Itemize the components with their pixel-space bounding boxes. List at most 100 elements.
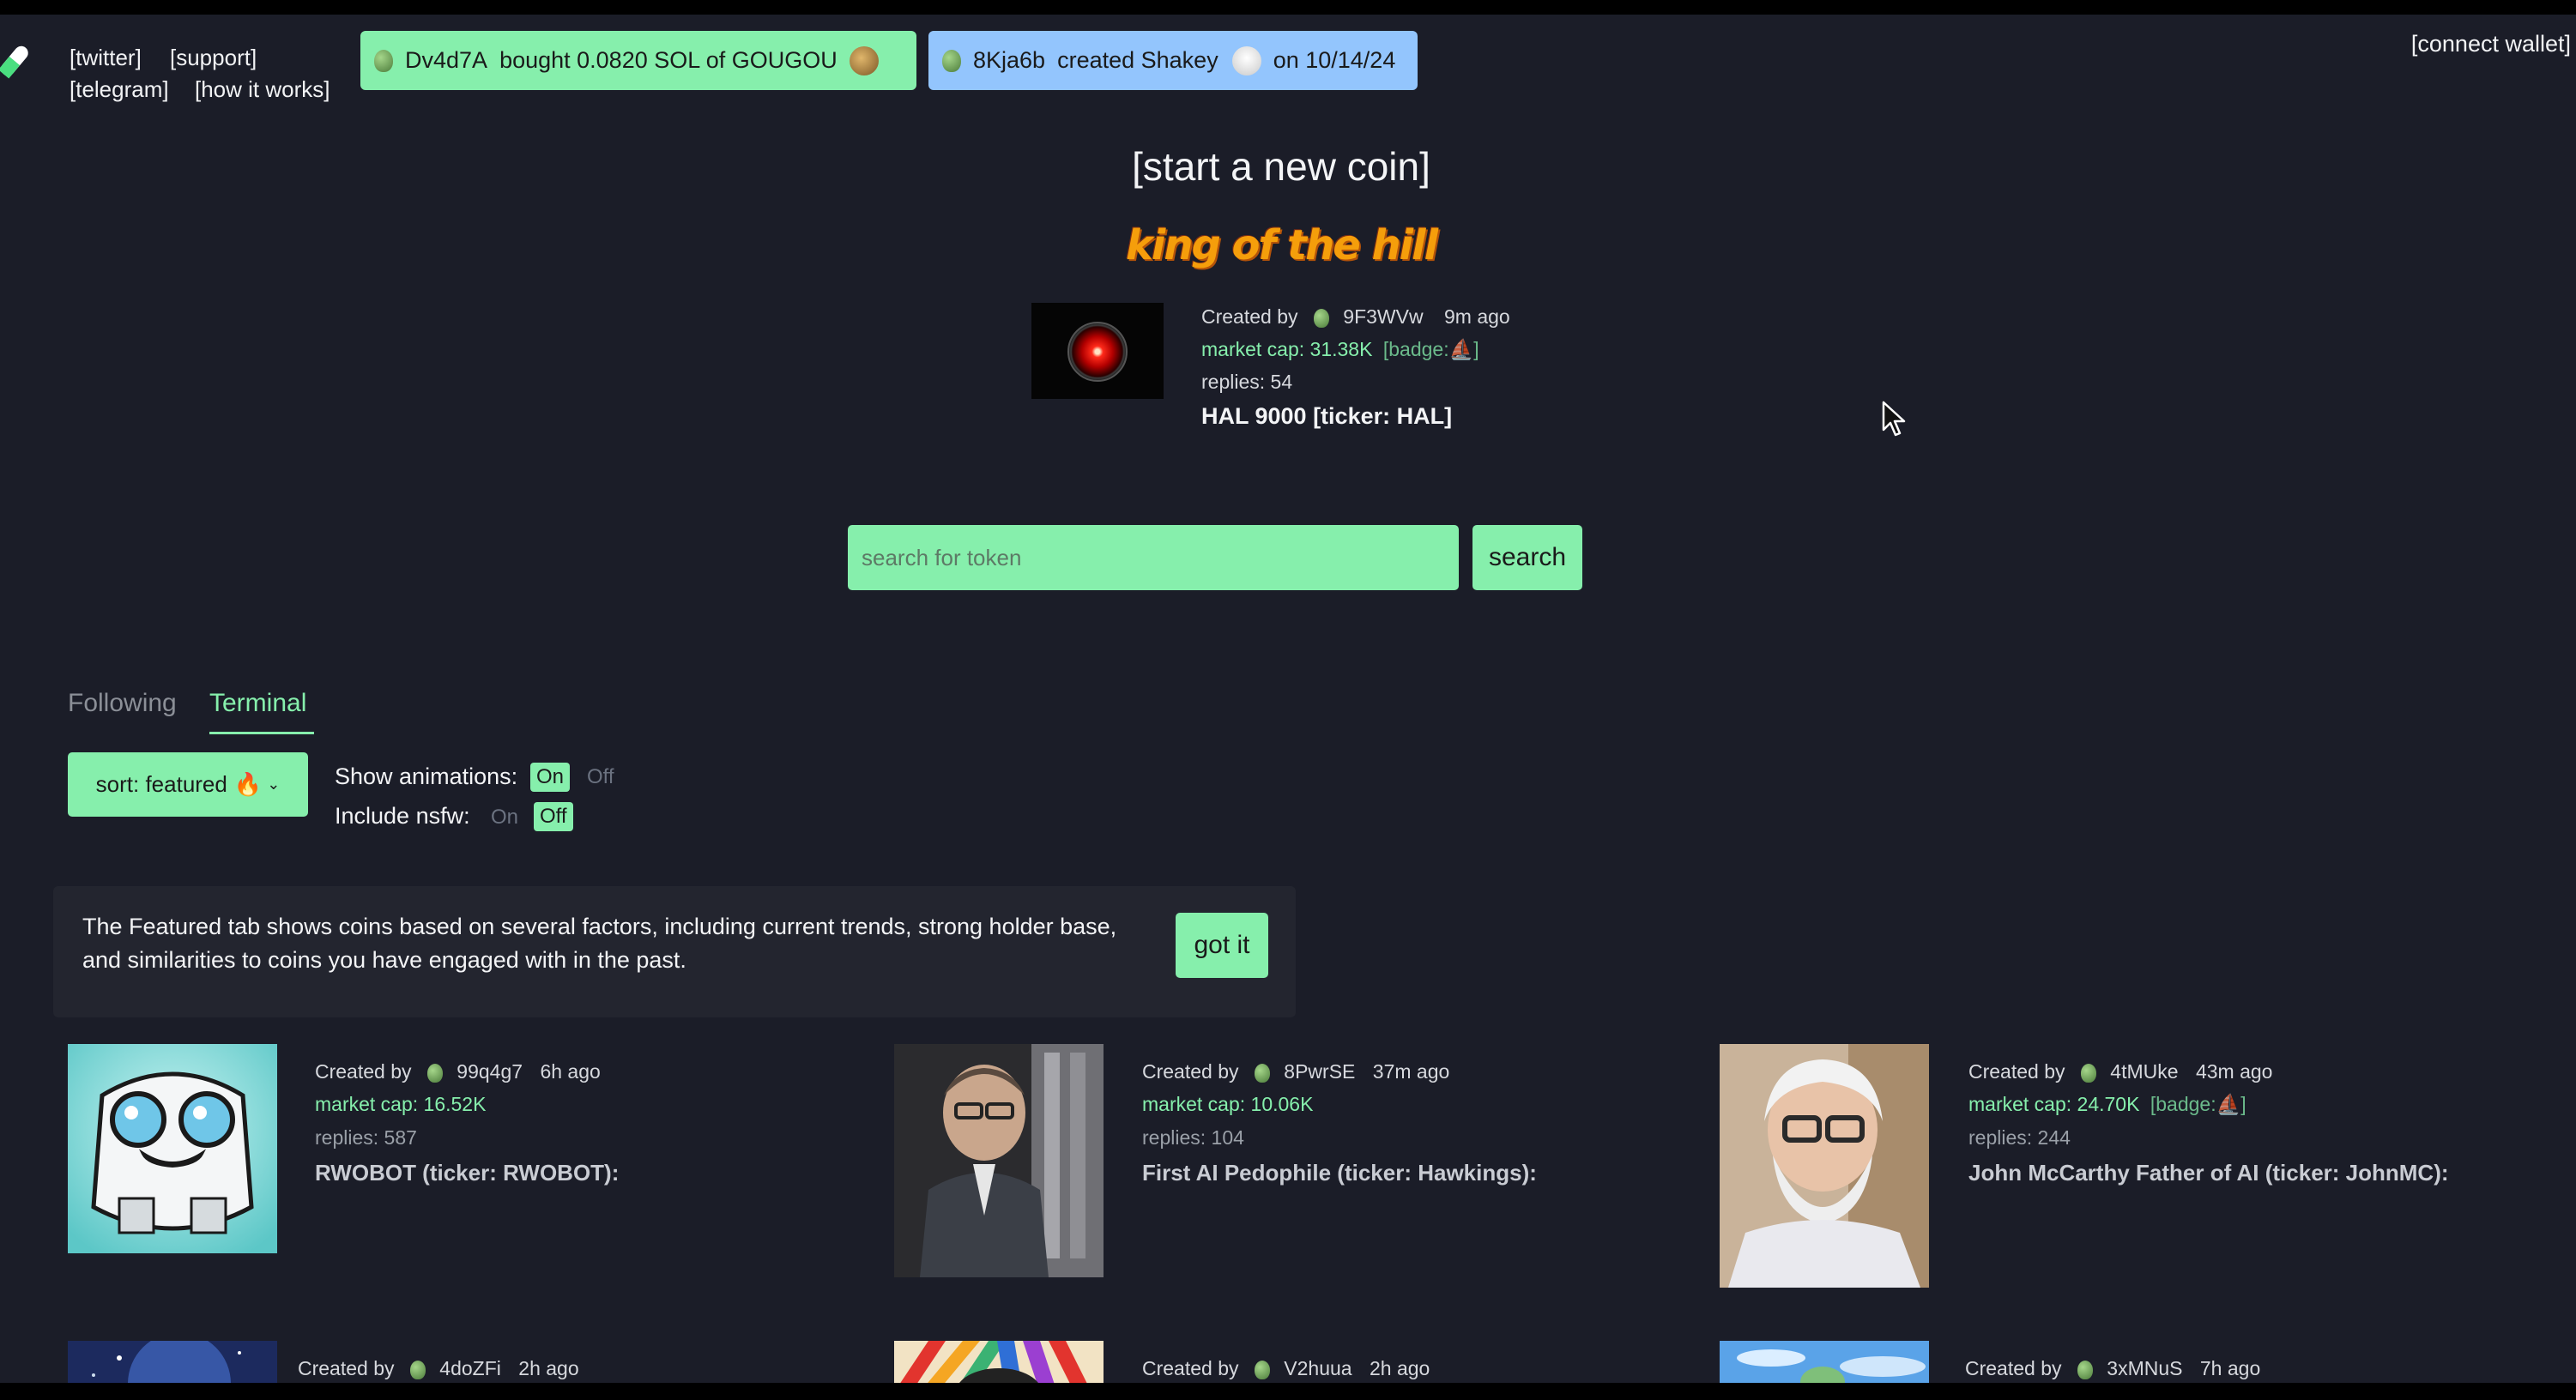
market-cap-value: market cap: 31.38K xyxy=(1201,338,1373,360)
token-thumbnail-icon xyxy=(1231,45,1261,75)
connect-wallet-link[interactable]: [connect wallet] xyxy=(2411,31,2571,57)
coin-replies: replies: 587 xyxy=(315,1126,417,1149)
coin-created-by: Created by 3xMNuS 7h ago xyxy=(1965,1357,2260,1380)
creator-name[interactable]: 3xMNuS xyxy=(2107,1357,2182,1379)
created-age: 2h ago xyxy=(1370,1357,1430,1379)
koth-market-cap: market cap: 31.38K [badge:⛵] xyxy=(1201,338,1479,361)
include-nsfw-off[interactable]: Off xyxy=(534,802,573,831)
market-cap-value: market cap: 24.70K xyxy=(1968,1093,2140,1115)
created-age: 43m ago xyxy=(2195,1060,2273,1083)
coin-created-by: Created by 99q4g7 6h ago xyxy=(315,1060,601,1083)
coin-image-4[interactable] xyxy=(68,1341,277,1383)
coin-name[interactable]: RWOBOT (ticker: RWOBOT): xyxy=(315,1160,619,1186)
badge-close: ] xyxy=(1473,338,1479,360)
user-avatar-icon xyxy=(374,49,393,72)
user-avatar-icon xyxy=(942,49,961,72)
create-date: on 10/14/24 xyxy=(1273,47,1396,73)
hal-eye-icon xyxy=(1067,322,1128,382)
coin-replies: replies: 244 xyxy=(1968,1126,2071,1149)
coin-created-by: Created by 4doZFi 2h ago xyxy=(298,1357,579,1380)
got-it-button[interactable]: got it xyxy=(1176,913,1268,978)
pill-logo-icon[interactable] xyxy=(0,42,29,80)
sort-label: sort: featured xyxy=(95,771,227,797)
created-by-label: Created by xyxy=(1201,305,1298,328)
badge-icon: ⛵ xyxy=(1448,338,1474,360)
coin-created-by: Created by V2huua 2h ago xyxy=(1142,1357,1430,1380)
include-nsfw-label: Include nsfw: xyxy=(335,803,470,829)
tab-terminal[interactable]: Terminal xyxy=(209,689,306,718)
created-age: 6h ago xyxy=(540,1060,601,1083)
how-it-works-link[interactable]: [how it works] xyxy=(195,76,330,103)
twitter-link[interactable]: [twitter] xyxy=(70,45,142,71)
badge-text: [badge: xyxy=(1382,338,1449,360)
creator-name[interactable]: 8PwrSE xyxy=(1284,1060,1355,1083)
coin-market-cap: market cap: 16.52K xyxy=(315,1093,487,1115)
include-nsfw-on[interactable]: On xyxy=(491,806,518,830)
coin-image-5[interactable] xyxy=(894,1341,1104,1383)
chevron-down-icon: ⌄ xyxy=(267,775,281,793)
created-by-label: Created by xyxy=(1142,1060,1239,1083)
hal-coin-image[interactable] xyxy=(1031,303,1164,399)
create-activity-pill[interactable]: 8Kja6b created Shakey on 10/14/24 xyxy=(928,31,1418,90)
show-animations-off[interactable]: Off xyxy=(587,765,614,789)
show-animations-on[interactable]: On xyxy=(530,763,571,792)
coin-replies: replies: 104 xyxy=(1142,1126,1244,1149)
flame-icon: 🔥 xyxy=(233,771,263,797)
creator-name: 8Kja6b xyxy=(973,47,1046,73)
token-thumbnail-icon xyxy=(849,45,879,75)
koth-created-by: Created by 9F3WVw 9m ago xyxy=(1201,305,1510,329)
creator-avatar-icon xyxy=(2080,1063,2096,1083)
mouse-cursor-icon xyxy=(1882,401,1906,437)
start-new-coin-link[interactable]: [start a new coin] xyxy=(0,143,2562,190)
creator-name[interactable]: 9F3WVw xyxy=(1343,305,1423,328)
search-button[interactable]: search xyxy=(1472,525,1582,590)
creator-avatar-icon xyxy=(1254,1063,1270,1083)
coin-created-by: Created by 4tMUke 43m ago xyxy=(1968,1060,2272,1083)
badge-text: [badge: xyxy=(2150,1093,2216,1115)
coin-market-cap: market cap: 24.70K [badge:⛵] xyxy=(1968,1093,2246,1116)
show-animations-label: Show animations: xyxy=(335,763,518,789)
featured-notice-text: The Featured tab shows coins based on se… xyxy=(82,914,1117,973)
badge-icon: ⛵ xyxy=(2216,1093,2241,1115)
johnmc-coin-image[interactable] xyxy=(1720,1044,1929,1288)
created-age: 9m ago xyxy=(1443,305,1510,328)
creator-avatar-icon xyxy=(1254,1360,1270,1379)
sort-dropdown[interactable]: sort: featured 🔥 ⌄ xyxy=(68,752,308,817)
coin-name[interactable]: John McCarthy Father of AI (ticker: John… xyxy=(1968,1160,2449,1186)
search-input[interactable] xyxy=(848,525,1459,590)
app-window: [twitter] [support] [telegram] [how it w… xyxy=(0,15,2576,1383)
created-by-label: Created by xyxy=(1142,1357,1239,1379)
creator-avatar-icon xyxy=(426,1063,443,1083)
rwobot-coin-image[interactable] xyxy=(68,1044,277,1253)
badge-label: [badge:⛵] xyxy=(2150,1093,2246,1115)
coin-image-6[interactable] xyxy=(1720,1341,1929,1383)
buyer-name: Dv4d7A xyxy=(405,47,488,73)
created-age: 37m ago xyxy=(1372,1060,1450,1083)
telegram-link[interactable]: [telegram] xyxy=(70,76,169,103)
badge-label: [badge:⛵] xyxy=(1383,338,1479,360)
buy-activity-pill[interactable]: Dv4d7A bought 0.0820 SOL of GOUGOU xyxy=(360,31,916,90)
created-age: 7h ago xyxy=(2199,1357,2261,1379)
created-by-label: Created by xyxy=(1965,1357,2062,1379)
koth-coin-name[interactable]: HAL 9000 [ticker: HAL] xyxy=(1201,403,1452,430)
active-tab-underline xyxy=(209,732,314,734)
king-of-the-hill-title: king of the hill xyxy=(1125,221,1438,269)
hawkings-coin-image[interactable] xyxy=(894,1044,1104,1277)
creator-name[interactable]: 4tMUke xyxy=(2110,1060,2178,1083)
tab-following[interactable]: Following xyxy=(68,689,177,718)
support-link[interactable]: [support] xyxy=(170,45,257,71)
creator-name[interactable]: V2huua xyxy=(1284,1357,1351,1379)
creator-avatar-icon xyxy=(409,1360,426,1379)
creator-avatar-icon xyxy=(2077,1360,2093,1379)
badge-close: ] xyxy=(2240,1093,2246,1115)
buy-text: bought 0.0820 SOL of GOUGOU xyxy=(499,47,838,73)
created-by-label: Created by xyxy=(1968,1060,2065,1083)
coin-name[interactable]: First AI Pedophile (ticker: Hawkings): xyxy=(1142,1160,1537,1186)
create-text: created Shakey xyxy=(1057,47,1218,73)
created-by-label: Created by xyxy=(298,1357,395,1379)
created-by-label: Created by xyxy=(315,1060,412,1083)
creator-name[interactable]: 4doZFi xyxy=(439,1357,501,1379)
coin-created-by: Created by 8PwrSE 37m ago xyxy=(1142,1060,1449,1083)
creator-name[interactable]: 99q4g7 xyxy=(457,1060,523,1083)
created-age: 2h ago xyxy=(518,1357,579,1379)
